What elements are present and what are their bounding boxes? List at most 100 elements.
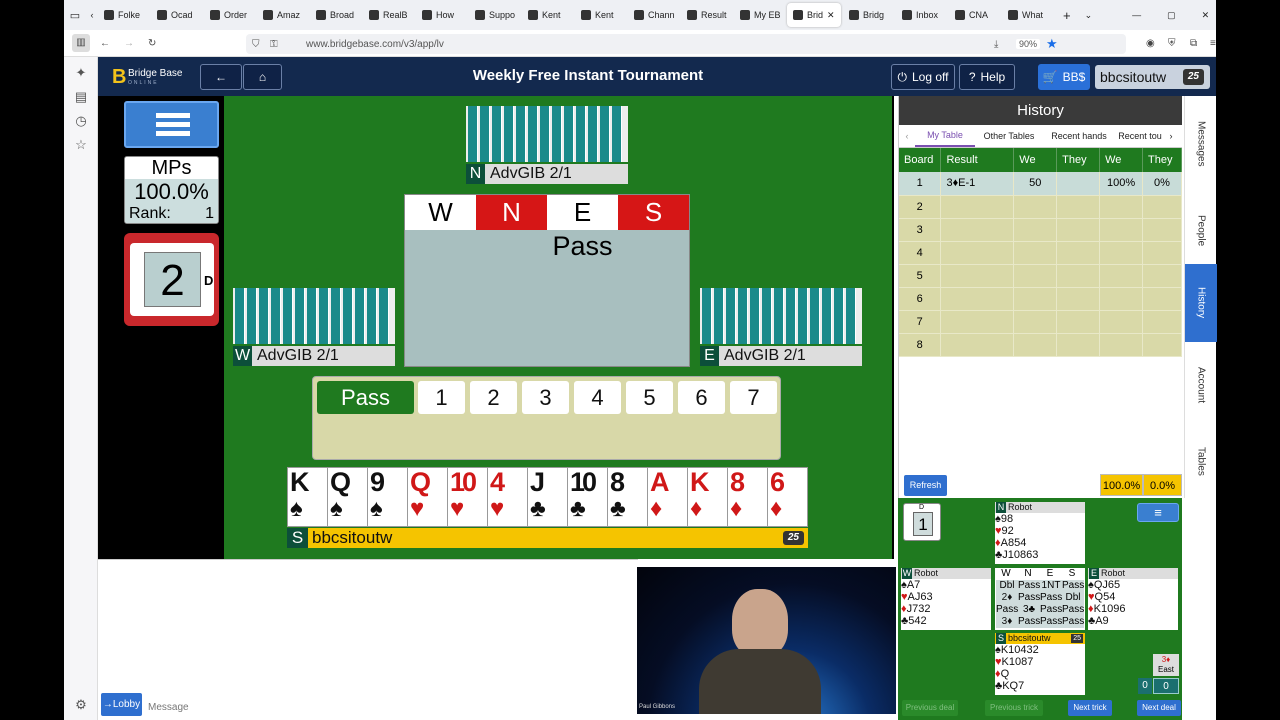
hand-card[interactable]: 10 ♥ (447, 467, 488, 527)
browser-tab[interactable]: Bridg (843, 3, 894, 27)
lobby-button[interactable]: →Lobby (101, 693, 142, 716)
hand-card[interactable]: K ♦ (687, 467, 728, 527)
browser-tab[interactable]: Result (681, 3, 732, 27)
history-row[interactable]: 8 (899, 333, 1182, 357)
sidebar-toggle-icon[interactable]: ▥ (72, 34, 90, 52)
hand-card[interactable]: 9 ♠ (367, 467, 408, 527)
browser-tab[interactable]: How (416, 3, 467, 27)
minimize-icon[interactable]: — (1132, 10, 1141, 20)
history-row[interactable]: 6 (899, 287, 1182, 311)
settings-gear-icon[interactable]: ⚙ (73, 697, 89, 713)
next-deal-button[interactable]: Next deal (1137, 700, 1181, 716)
hand-card[interactable]: 8 ♦ (727, 467, 768, 527)
hand-card[interactable]: Q ♥ (407, 467, 448, 527)
side-tab-messages[interactable]: Messages (1185, 104, 1217, 184)
home-button[interactable]: ⌂ (243, 64, 282, 90)
reload-icon[interactable]: ↻ (148, 38, 156, 49)
level-3-button[interactable]: 3 (522, 381, 569, 414)
logout-button[interactable]: ⏻ Log off (891, 64, 955, 90)
user-badge[interactable]: bbcsitoutw 25 (1095, 65, 1210, 89)
browser-tab[interactable]: My EB (734, 3, 785, 27)
hand-card[interactable]: 6 ♦ (767, 467, 808, 527)
browser-tab[interactable]: CNA (949, 3, 1000, 27)
hand-card[interactable]: K ♠ (287, 467, 328, 527)
tab-scroll-left-icon[interactable]: ‹ (86, 10, 98, 20)
level-6-button[interactable]: 6 (678, 381, 725, 414)
browser-tab[interactable]: Order (204, 3, 255, 27)
tab-list-icon[interactable]: ▭ (64, 9, 86, 22)
screenshot-icon[interactable]: ⤓ (994, 39, 998, 50)
back-button[interactable]: ← (200, 64, 242, 90)
history-row[interactable]: 4 (899, 241, 1182, 265)
side-tab-people[interactable]: People (1185, 196, 1217, 266)
level-5-button[interactable]: 5 (626, 381, 673, 414)
browser-tab[interactable]: Ocad (151, 3, 202, 27)
browser-tab[interactable]: Amaz (257, 3, 308, 27)
hand-card[interactable]: 8 ♣ (607, 467, 648, 527)
account-icon[interactable]: ◉ (1146, 38, 1155, 49)
browser-tab[interactable]: Inbox (896, 3, 947, 27)
history-row[interactable]: 3 (899, 218, 1182, 242)
ai-sparkle-icon[interactable]: ✦ (73, 65, 89, 81)
browser-tab[interactable]: Kent (522, 3, 573, 27)
side-tab-history[interactable]: History (1185, 264, 1217, 342)
hand-card[interactable]: J ♣ (527, 467, 568, 527)
tab-my-table[interactable]: My Table (915, 125, 975, 147)
bookmark-star-icon[interactable]: ★ (1046, 36, 1058, 52)
browser-tab[interactable]: Folke (98, 3, 149, 27)
browser-tab[interactable]: Chann (628, 3, 679, 27)
close-window-icon[interactable]: ✕ (1202, 10, 1210, 21)
tab-recent-hands[interactable]: Recent hands (1043, 131, 1115, 141)
table-menu-button[interactable] (124, 101, 219, 148)
help-button[interactable]: ? Help (959, 64, 1015, 90)
history-row[interactable]: 7 (899, 310, 1182, 334)
level-2-button[interactable]: 2 (470, 381, 517, 414)
history-row[interactable]: 1 3♦E-1 50 100% 0% (899, 172, 1182, 196)
browser-tab[interactable]: What (1002, 3, 1053, 27)
extensions-icon[interactable]: ⧉ (1190, 38, 1197, 49)
address-bar[interactable]: ⛉ ⚿ www.bridgebase.com/v3/app/lv ⤓ 90% ★ (246, 34, 1126, 54)
tab-recent-tourneys[interactable]: Recent tou (1115, 131, 1165, 141)
level-4-button[interactable]: 4 (574, 381, 621, 414)
close-tab-icon[interactable]: ✕ (827, 10, 835, 21)
side-tab-account[interactable]: Account (1185, 346, 1217, 424)
history-row[interactable]: 2 (899, 195, 1182, 219)
back-icon[interactable]: ← (100, 38, 110, 49)
hand-card[interactable]: 4 ♥ (487, 467, 528, 527)
message-input[interactable]: Message (148, 702, 189, 713)
synced-tabs-icon[interactable]: ▤ (73, 89, 89, 105)
bbs-button[interactable]: 🛒 BB$ (1038, 64, 1090, 90)
bookmarks-icon[interactable]: ☆ (73, 137, 89, 153)
browser-tab[interactable]: Kent (575, 3, 626, 27)
next-trick-button[interactable]: Next trick (1068, 700, 1112, 716)
tabs-prev-icon[interactable]: ‹ (899, 131, 915, 141)
new-tab-icon[interactable]: + (1063, 8, 1071, 23)
hand-card[interactable]: 10 ♣ (567, 467, 608, 527)
forward-icon[interactable]: → (124, 38, 134, 49)
pass-bid-button[interactable]: Pass (317, 381, 414, 414)
refresh-button[interactable]: Refresh (904, 475, 947, 496)
tab-dropdown-icon[interactable]: ⌄ (1085, 10, 1093, 21)
browser-tab[interactable]: Broad (310, 3, 361, 27)
menu-icon[interactable]: ≡ (1210, 38, 1216, 49)
side-tab-tables[interactable]: Tables (1185, 426, 1217, 496)
hand-card[interactable]: Q ♠ (327, 467, 368, 527)
history-row[interactable]: 5 (899, 264, 1182, 288)
previous-trick-button[interactable]: Previous trick (985, 700, 1043, 716)
hand-card[interactable]: A ♦ (647, 467, 688, 527)
board-number: 2 (144, 252, 201, 307)
card-back (343, 288, 353, 344)
history-icon[interactable]: ◷ (73, 113, 89, 129)
zoom-level[interactable]: 90% (1016, 39, 1041, 49)
shield-extension-icon[interactable]: ⛨ (1168, 38, 1176, 49)
tabs-next-icon[interactable]: › (1165, 131, 1177, 141)
mini-menu-button[interactable]: ≡ (1137, 503, 1179, 522)
previous-deal-button[interactable]: Previous deal (902, 700, 958, 716)
level-1-button[interactable]: 1 (418, 381, 465, 414)
browser-tab[interactable]: Brid ✕ (787, 3, 841, 27)
tab-other-tables[interactable]: Other Tables (975, 131, 1043, 141)
browser-tab[interactable]: RealB (363, 3, 414, 27)
browser-tab[interactable]: Suppo (469, 3, 520, 27)
maximize-icon[interactable]: ▢ (1167, 10, 1176, 21)
level-7-button[interactable]: 7 (730, 381, 777, 414)
